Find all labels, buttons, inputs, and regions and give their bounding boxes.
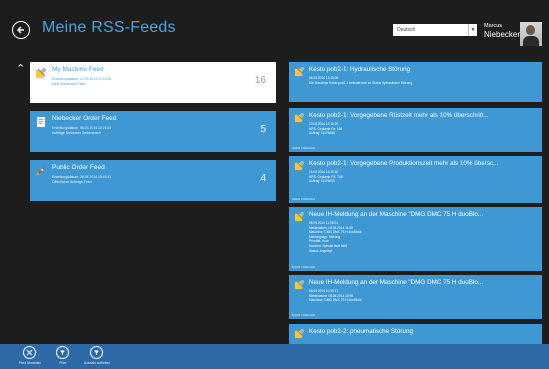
app-bar-label: Auswahl aufheben <box>83 361 111 365</box>
back-button[interactable] <box>12 21 30 39</box>
rss-feed-icon <box>294 211 305 222</box>
feed-tile-niebecker-order[interactable]: Niebecker Order Feed Erstellungsdatum: 0… <box>30 111 276 152</box>
page-title: Meine RSS-Feeds <box>42 19 176 36</box>
header: Meine RSS-Feeds Deutsch ▼ Marcus Niebeck… <box>0 0 549 56</box>
feed-title: Public Order Feed <box>52 164 105 171</box>
feed-count: 5 <box>260 124 266 135</box>
rss-feed-icon <box>294 279 305 290</box>
close-icon <box>26 349 33 356</box>
user-last-name: Niebecker <box>484 30 521 39</box>
user-first-name: Marcus <box>484 23 503 29</box>
feed-created: Erstellungsdatum: 28.04.2014 15:41:31 <box>52 175 112 179</box>
message-body: 10.05.2014 12:15:20 NRS: Geplante Rz: 16… <box>309 122 537 136</box>
message-title: Neue IH-Meldung an der Maschine "DMG DMC… <box>309 211 484 218</box>
message-line: Maschine: DMG DMC 75 H duoBlock <box>309 298 362 303</box>
feed-tile-public-order[interactable]: Public Order Feed Erstellungsdatum: 28.0… <box>30 160 276 201</box>
message-title: Neue IH-Meldung an der Maschine "DMG DMC… <box>309 279 484 286</box>
feed-count: 4 <box>260 173 266 184</box>
filter-icon <box>60 350 65 355</box>
feed-tile-my-machine[interactable]: My Machine Feed Erstellungsdatum: 21.03.… <box>30 62 276 103</box>
rss-feed-icon <box>294 66 305 77</box>
rocket-icon <box>36 167 45 176</box>
message-body: 06.05.2014 12:15:08 Die Maschine Kesto p… <box>309 76 537 85</box>
message-body: 08.05.2014 10:55:17 Meldedatum: 08.05.20… <box>309 289 537 303</box>
feed-created: Erstellungsdatum: 21.03.2014 12:12:06 <box>52 77 112 81</box>
avatar <box>520 22 542 46</box>
filter-icon <box>94 350 99 355</box>
show-more-link[interactable]: MEHR ANZEIGEN <box>292 265 315 269</box>
message-line: Auftrag: 11176088 <box>309 131 335 136</box>
rss-feed-icon <box>294 160 305 171</box>
message-tile[interactable]: Kesto pob2-1: Vorgegebene Rüstzeit mehr … <box>289 108 542 152</box>
message-body: 16.05.2014 12:15:40 NRS: Geplante PZ: 76… <box>309 170 537 184</box>
feed-description: Mein Maschinen Feed <box>52 82 86 86</box>
message-tile[interactable]: Kesto pob2-1: Hydraulische Störung 06.05… <box>289 62 542 102</box>
collapse-chevron-up-icon[interactable]: ⌃ <box>16 62 25 75</box>
user-account[interactable]: Marcus Niebecker <box>484 22 544 46</box>
document-icon <box>37 117 45 127</box>
user-name: Marcus Niebecker <box>484 23 521 39</box>
message-title: Kesto pob2-1: Vorgegebene Rüstzeit mehr … <box>309 112 489 119</box>
message-line: Auftrag: 11176090 <box>309 179 335 184</box>
rss-feed-icon <box>294 328 305 339</box>
feed-created: Erstellungsdatum: 06.03.2014 12:21:04 <box>52 126 112 130</box>
feed-title: Niebecker Order Feed <box>52 115 117 122</box>
chevron-down-icon: ▼ <box>468 24 477 36</box>
rss-feed-icon <box>36 68 46 78</box>
message-tile[interactable]: Kesto pob2-2: pneumatische Störung <box>289 324 542 344</box>
feed-count: 16 <box>254 75 266 86</box>
rss-feed-icon <box>294 112 305 123</box>
message-body: 08.05.2014 11:08:01 Meldedatum: 08.05.20… <box>309 221 537 253</box>
message-title: Kesto pob2-2: pneumatische Störung <box>309 328 413 335</box>
message-line: Status: Angelegt <box>309 248 333 253</box>
feed-description: Aufträge Niebecker Seibersbach <box>52 131 101 135</box>
message-tile[interactable]: Kesto pob2-1: Vorgegebene Produktionszei… <box>289 156 542 203</box>
message-title: Kesto pob2-1: Hydraulische Störung <box>309 66 411 73</box>
feed-description: Öffentlicher Auftrags-Feed <box>52 180 92 184</box>
language-value: Deutsch <box>397 27 416 33</box>
language-select[interactable]: Deutsch ▼ <box>393 24 477 36</box>
clear-selection-button[interactable]: Auswahl aufheben <box>77 346 117 368</box>
app-bar: Feed Abmelden Filter Auswahl aufheben <box>0 344 549 369</box>
feed-title: My Machine Feed <box>52 66 104 73</box>
show-more-link[interactable]: MEHR ANZEIGEN <box>292 146 315 150</box>
show-more-link[interactable]: MEHR ANZEIGEN <box>292 197 315 201</box>
show-more-link[interactable]: MEHR ANZEIGEN <box>292 313 315 317</box>
message-tile[interactable]: Neue IH-Meldung an der Maschine "DMG DMC… <box>289 207 542 271</box>
message-tile[interactable]: Neue IH-Meldung an der Maschine "DMG DMC… <box>289 275 542 319</box>
message-line: Die Maschine Kesto pob2-1 befindet sich … <box>309 80 412 85</box>
message-title: Kesto pob2-1: Vorgegebene Produktionszei… <box>309 160 499 167</box>
arrow-left-icon <box>16 26 24 34</box>
